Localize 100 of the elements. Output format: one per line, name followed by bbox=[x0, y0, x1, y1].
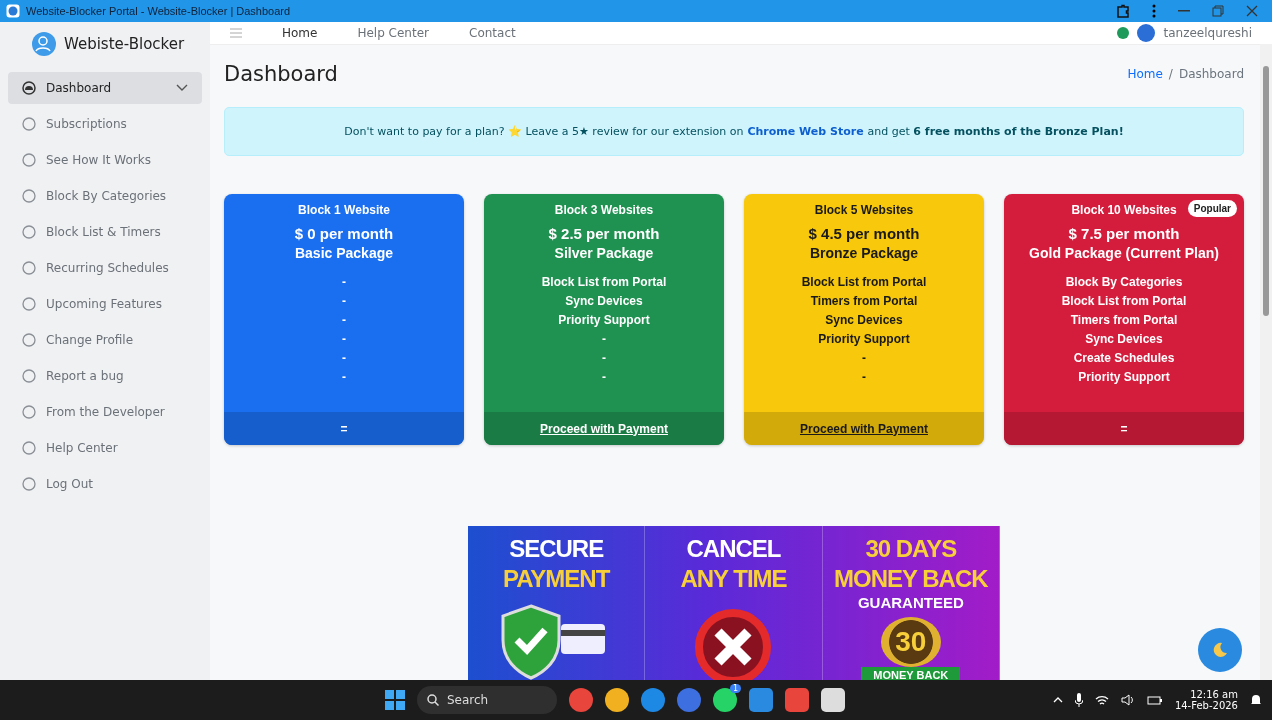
taskbar-app-icon[interactable] bbox=[821, 688, 845, 712]
radio-circle-icon bbox=[22, 189, 36, 203]
dark-mode-button[interactable] bbox=[1198, 628, 1242, 672]
notification-bell-icon[interactable] bbox=[1250, 693, 1262, 707]
radio-circle-icon bbox=[22, 441, 36, 455]
footer-mark: = bbox=[1120, 421, 1128, 436]
plan-package: Gold Package (Current Plan) bbox=[1029, 245, 1219, 261]
chevron-up-icon[interactable] bbox=[1052, 697, 1063, 703]
sidebar-item[interactable]: Recurring Schedules bbox=[8, 252, 202, 284]
microphone-icon[interactable] bbox=[1074, 693, 1083, 707]
banner-headline: ANY TIME bbox=[680, 564, 787, 594]
plan-package: Basic Package bbox=[294, 245, 394, 261]
plan-feature: - bbox=[342, 294, 346, 308]
banner-headline: SECURE bbox=[509, 534, 604, 564]
radio-circle-icon bbox=[22, 225, 36, 239]
plan-feature: - bbox=[862, 351, 866, 365]
page-title: Dashboard bbox=[224, 62, 338, 86]
brand-name: Webiste-Blocker bbox=[64, 35, 185, 53]
chevron-down-icon bbox=[176, 84, 188, 92]
taskbar-app-icon[interactable] bbox=[641, 688, 665, 712]
sidebar-item[interactable]: See How It Works bbox=[8, 144, 202, 176]
radio-circle-icon bbox=[22, 333, 36, 347]
plan-feature: Block By Categories bbox=[1065, 275, 1183, 289]
plan-title: Block 1 Website bbox=[298, 203, 390, 217]
taskbar-app-icon[interactable] bbox=[569, 688, 593, 712]
clock-date[interactable]: 14-Feb-2026 bbox=[1174, 700, 1238, 711]
plan-feature: Timers from Portal bbox=[810, 294, 918, 308]
plan-price: $ 2.5 per month bbox=[548, 225, 660, 242]
nav-link[interactable]: Help Center bbox=[357, 26, 429, 40]
plan-feature: - bbox=[342, 370, 346, 384]
taskbar-search[interactable]: Search bbox=[417, 686, 557, 714]
moon-icon bbox=[1212, 642, 1228, 658]
notice-text: Don't want to pay for a plan? ⭐ Leave a 5★ review for our extension on bbox=[344, 125, 744, 138]
plan-package: Silver Package bbox=[554, 245, 654, 261]
plan-title: Block 5 Websites bbox=[814, 203, 914, 217]
sidebar-item[interactable]: Subscriptions bbox=[8, 108, 202, 140]
user-logo-icon bbox=[32, 32, 56, 56]
banner-headline: 30 DAYS bbox=[865, 534, 957, 564]
banner-headline: MONEY BACK bbox=[834, 564, 988, 594]
scrollbar[interactable] bbox=[1260, 44, 1272, 680]
plan-package: Bronze Package bbox=[809, 245, 919, 261]
taskbar-app-icon[interactable] bbox=[749, 688, 773, 712]
restore-icon[interactable] bbox=[1212, 5, 1224, 17]
plan-feature: Sync Devices bbox=[1085, 332, 1163, 346]
plan-feature: Priority Support bbox=[558, 313, 650, 327]
banner-subtitle: GUARANTEED bbox=[857, 594, 964, 611]
breadcrumb-current: Dashboard bbox=[1178, 67, 1244, 81]
battery-icon[interactable] bbox=[1146, 695, 1163, 705]
sidebar-item[interactable]: Upcoming Features bbox=[8, 288, 202, 320]
radio-circle-icon bbox=[22, 153, 36, 167]
breadcrumb-link[interactable]: Home bbox=[1127, 67, 1163, 81]
plan-feature: Block List from Portal bbox=[541, 275, 667, 289]
plan-feature: - bbox=[342, 332, 346, 346]
nav-link[interactable]: Home bbox=[282, 26, 318, 40]
plan-feature: - bbox=[602, 332, 606, 346]
radio-circle-icon bbox=[22, 477, 36, 491]
wifi-icon[interactable] bbox=[1094, 694, 1109, 706]
nav-link[interactable]: Contact bbox=[469, 26, 516, 40]
plan-feature: - bbox=[862, 370, 866, 384]
radio-circle-icon bbox=[22, 261, 36, 275]
sidebar-item[interactable]: Change Profile bbox=[8, 324, 202, 356]
plan-feature: Sync Devices bbox=[565, 294, 643, 308]
speaker-icon[interactable] bbox=[1120, 694, 1135, 706]
sidebar-item[interactable]: Block By Categories bbox=[8, 180, 202, 212]
extensions-icon[interactable] bbox=[1116, 4, 1130, 18]
sidebar-item[interactable]: Block List & Timers bbox=[8, 216, 202, 248]
plan-feature: Priority Support bbox=[818, 332, 910, 346]
plan-feature: Block List from Portal bbox=[801, 275, 927, 289]
plan-title: Block 10 Websites bbox=[1071, 203, 1177, 217]
close-icon[interactable] bbox=[1246, 5, 1258, 17]
radio-circle-icon bbox=[22, 117, 36, 131]
plan-feature: - bbox=[602, 370, 606, 384]
plan-feature: Priority Support bbox=[1078, 370, 1170, 384]
plan-price: $ 0 per month bbox=[294, 225, 394, 242]
store-link[interactable]: Chrome Web Store bbox=[747, 125, 864, 138]
user-name[interactable]: tanzeelqureshi bbox=[1163, 26, 1252, 40]
plan-feature: - bbox=[602, 351, 606, 365]
windows-start-icon[interactable] bbox=[385, 690, 405, 710]
banner-headline: CANCEL bbox=[686, 534, 781, 564]
taskbar-app-icon[interactable] bbox=[605, 688, 629, 712]
plan-feature: Sync Devices bbox=[825, 313, 903, 327]
taskbar-app-icon[interactable] bbox=[785, 688, 809, 712]
browser-globe-icon bbox=[6, 4, 20, 18]
notification-badge: 1 bbox=[729, 684, 741, 693]
plan-feature: Block List from Portal bbox=[1061, 294, 1187, 308]
clock-time[interactable]: 12:16 am bbox=[1190, 689, 1238, 700]
plan-feature: - bbox=[342, 275, 346, 289]
plan-price: $ 4.5 per month bbox=[808, 225, 920, 242]
plan-feature: - bbox=[342, 351, 346, 365]
sidebar-item[interactable]: Log Out bbox=[8, 468, 202, 500]
sidebar-item[interactable]: Help Center bbox=[8, 432, 202, 464]
window-title: Website-Blocker Portal - Website-Blocker | Dashboard bbox=[26, 5, 291, 17]
breadcrumb-separator: / bbox=[1168, 67, 1173, 81]
sidebar-item[interactable]: Dashboard bbox=[8, 72, 202, 104]
sidebar-item[interactable]: From the Developer bbox=[8, 396, 202, 428]
plan-title: Block 3 Websites bbox=[554, 203, 654, 217]
user-avatar-icon bbox=[1137, 24, 1156, 42]
sidebar-item[interactable]: Report a bug bbox=[8, 360, 202, 392]
menu-icon[interactable] bbox=[1152, 4, 1156, 18]
footer-mark: = bbox=[340, 421, 348, 436]
